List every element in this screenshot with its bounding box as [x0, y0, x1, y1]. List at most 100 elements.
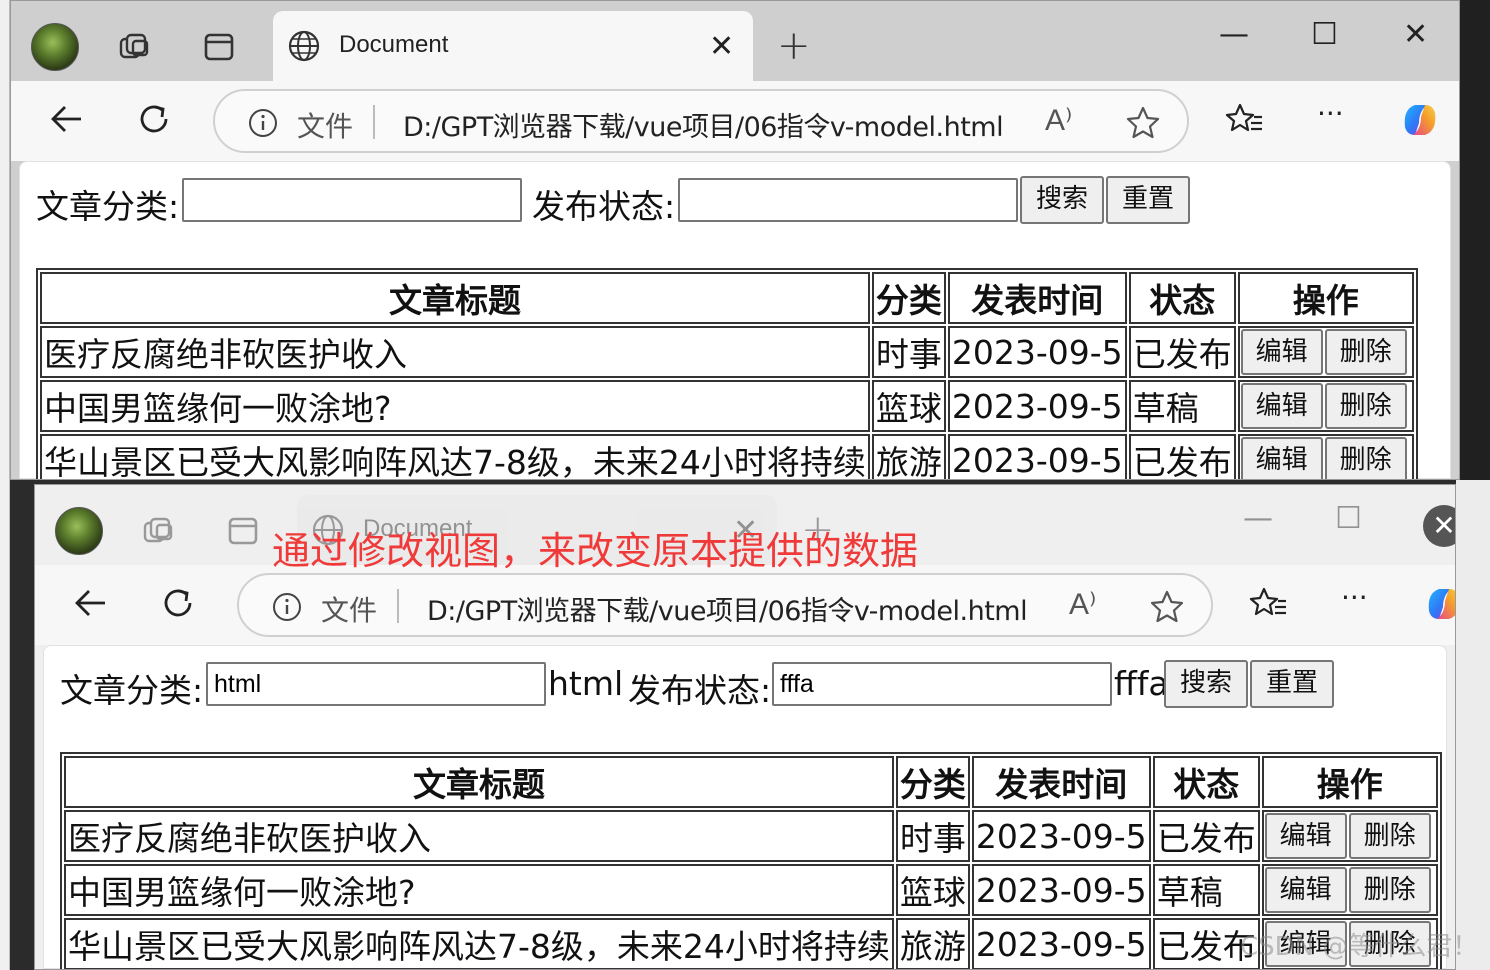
close-window-icon[interactable]: ✕	[1423, 505, 1455, 547]
minimize-icon[interactable]: —	[1219, 17, 1249, 52]
edit-button[interactable]: 编辑	[1240, 437, 1323, 479]
cell-title: 医疗反腐绝非砍医护收入	[64, 810, 894, 862]
article-table: 文章标题 分类 发表时间 状态 操作 医疗反腐绝非砍医护收入 时事 2023-0…	[36, 268, 1418, 479]
address-separator	[373, 105, 375, 139]
header-state: 状态	[1152, 756, 1260, 808]
url-text[interactable]: D:/GPT浏览器下载/vue项目/06指令v-model.html	[403, 105, 1004, 144]
cell-actions: 编辑 删除	[1237, 326, 1414, 378]
minimize-icon[interactable]: —	[1243, 501, 1273, 536]
workspaces-icon[interactable]	[117, 29, 153, 65]
scheme-label: 文件	[321, 594, 378, 627]
favorite-star-icon[interactable]	[1147, 587, 1187, 627]
delete-button[interactable]: 删除	[1348, 813, 1431, 859]
header-category: 分类	[895, 756, 970, 808]
url-text[interactable]: D:/GPT浏览器下载/vue项目/06指令v-model.html	[427, 589, 1028, 628]
cell-time: 2023-09-5	[947, 380, 1127, 432]
header-category: 分类	[871, 272, 946, 324]
tab-bar: Document ✕ + — ☐ ✕	[11, 1, 1459, 81]
back-arrow-icon[interactable]	[71, 583, 111, 623]
browser-window-original: Document ✕ + — ☐ ✕ 文件 D:/GPT浏览器下载/vue项目/…	[10, 0, 1460, 480]
cell-state: 已发布	[1128, 326, 1236, 378]
delete-button[interactable]: 删除	[1324, 437, 1407, 479]
reset-button[interactable]: 重置	[1106, 176, 1190, 224]
header-actions: 操作	[1261, 756, 1438, 808]
background-light-edge	[1456, 480, 1490, 970]
more-menu-icon[interactable]: ···	[1341, 583, 1381, 623]
cell-title: 华山景区已受大风影响阵风达7-8级，未来24小时将持续	[40, 434, 870, 479]
back-arrow-icon[interactable]	[47, 99, 87, 139]
header-actions: 操作	[1237, 272, 1414, 324]
copilot-icon[interactable]	[1397, 97, 1443, 143]
status-input[interactable]: fffa	[772, 662, 1112, 706]
profile-avatar[interactable]	[55, 507, 103, 555]
article-table: 文章标题 分类 发表时间 状态 操作 医疗反腐绝非砍医护收入 时事 2023-0…	[60, 752, 1442, 969]
header-title: 文章标题	[64, 756, 894, 808]
category-input[interactable]: html	[206, 662, 546, 706]
category-input[interactable]	[182, 178, 522, 222]
background-window-edge	[0, 0, 10, 970]
edit-button[interactable]: 编辑	[1264, 813, 1347, 859]
refresh-icon[interactable]	[135, 99, 175, 139]
cell-category: 时事	[871, 326, 946, 378]
cell-title: 中国男篮缘何一败涂地?	[40, 380, 870, 432]
browser-toolbar: 文件 D:/GPT浏览器下载/vue项目/06指令v-model.html A⁾…	[35, 565, 1455, 645]
vertical-tabs-icon[interactable]	[201, 29, 237, 65]
status-input[interactable]	[678, 178, 1018, 222]
table-header-row: 文章标题 分类 发表时间 状态 操作	[64, 756, 1438, 808]
favorites-icon[interactable]	[1249, 583, 1289, 623]
delete-button[interactable]: 删除	[1324, 383, 1407, 429]
more-menu-icon[interactable]: ···	[1317, 99, 1357, 139]
address-bar[interactable]: 文件 D:/GPT浏览器下载/vue项目/06指令v-model.html A⁾	[213, 89, 1189, 153]
cell-time: 2023-09-5	[971, 810, 1151, 862]
browser-toolbar: 文件 D:/GPT浏览器下载/vue项目/06指令v-model.html A⁾…	[11, 81, 1459, 161]
cell-category: 篮球	[895, 864, 970, 916]
cell-category: 旅游	[871, 434, 946, 479]
delete-button[interactable]: 删除	[1348, 867, 1431, 913]
header-title: 文章标题	[40, 272, 870, 324]
favorites-icon[interactable]	[1225, 99, 1265, 139]
profile-avatar[interactable]	[31, 23, 79, 71]
table-row: 华山景区已受大风影响阵风达7-8级，未来24小时将持续 旅游 2023-09-5…	[40, 434, 1414, 479]
read-aloud-icon[interactable]: A⁾	[1069, 587, 1096, 622]
cell-actions: 编辑 删除	[1237, 380, 1414, 432]
cell-state: 草稿	[1128, 380, 1236, 432]
tab-document[interactable]: Document ✕	[273, 11, 753, 81]
globe-icon	[288, 30, 320, 62]
info-icon[interactable]	[271, 591, 303, 623]
edit-button[interactable]: 编辑	[1264, 867, 1347, 913]
search-button[interactable]: 搜索	[1020, 176, 1104, 224]
close-window-icon[interactable]: ✕	[1403, 17, 1428, 52]
background-dark-edge	[1460, 0, 1490, 480]
address-bar[interactable]: 文件 D:/GPT浏览器下载/vue项目/06指令v-model.html A⁾	[237, 573, 1213, 637]
cell-actions: 编辑 删除	[1237, 434, 1414, 479]
cell-title: 华山景区已受大风影响阵风达7-8级，未来24小时将持续	[64, 918, 894, 969]
copilot-icon[interactable]	[1421, 581, 1456, 627]
maximize-icon[interactable]: ☐	[1335, 501, 1362, 536]
cell-time: 2023-09-5	[971, 864, 1151, 916]
header-time: 发表时间	[947, 272, 1127, 324]
vertical-tabs-icon[interactable]	[225, 513, 261, 549]
status-label: 发布状态:	[532, 187, 676, 226]
header-state: 状态	[1128, 272, 1236, 324]
close-tab-icon[interactable]: ✕	[709, 29, 734, 64]
tab-title: Document	[339, 31, 449, 58]
annotation-text: 通过修改视图，来改变原本提供的数据	[272, 529, 919, 573]
favorite-star-icon[interactable]	[1123, 103, 1163, 143]
info-icon[interactable]	[247, 107, 279, 139]
new-tab-icon[interactable]: +	[777, 23, 811, 69]
cell-time: 2023-09-5	[971, 918, 1151, 969]
workspaces-icon[interactable]	[141, 513, 177, 549]
cell-category: 时事	[895, 810, 970, 862]
table-row: 中国男篮缘何一败涂地? 篮球 2023-09-5 草稿 编辑 删除	[64, 864, 1438, 916]
scheme-label: 文件	[297, 110, 354, 143]
delete-button[interactable]: 删除	[1324, 329, 1407, 375]
edit-button[interactable]: 编辑	[1240, 329, 1323, 375]
search-button[interactable]: 搜索	[1164, 660, 1248, 708]
read-aloud-icon[interactable]: A⁾	[1045, 103, 1072, 138]
maximize-icon[interactable]: ☐	[1311, 17, 1338, 52]
refresh-icon[interactable]	[159, 583, 199, 623]
edit-button[interactable]: 编辑	[1240, 383, 1323, 429]
table-row: 中国男篮缘何一败涂地? 篮球 2023-09-5 草稿 编辑 删除	[40, 380, 1414, 432]
table-row: 医疗反腐绝非砍医护收入 时事 2023-09-5 已发布 编辑 删除	[40, 326, 1414, 378]
reset-button[interactable]: 重置	[1250, 660, 1334, 708]
